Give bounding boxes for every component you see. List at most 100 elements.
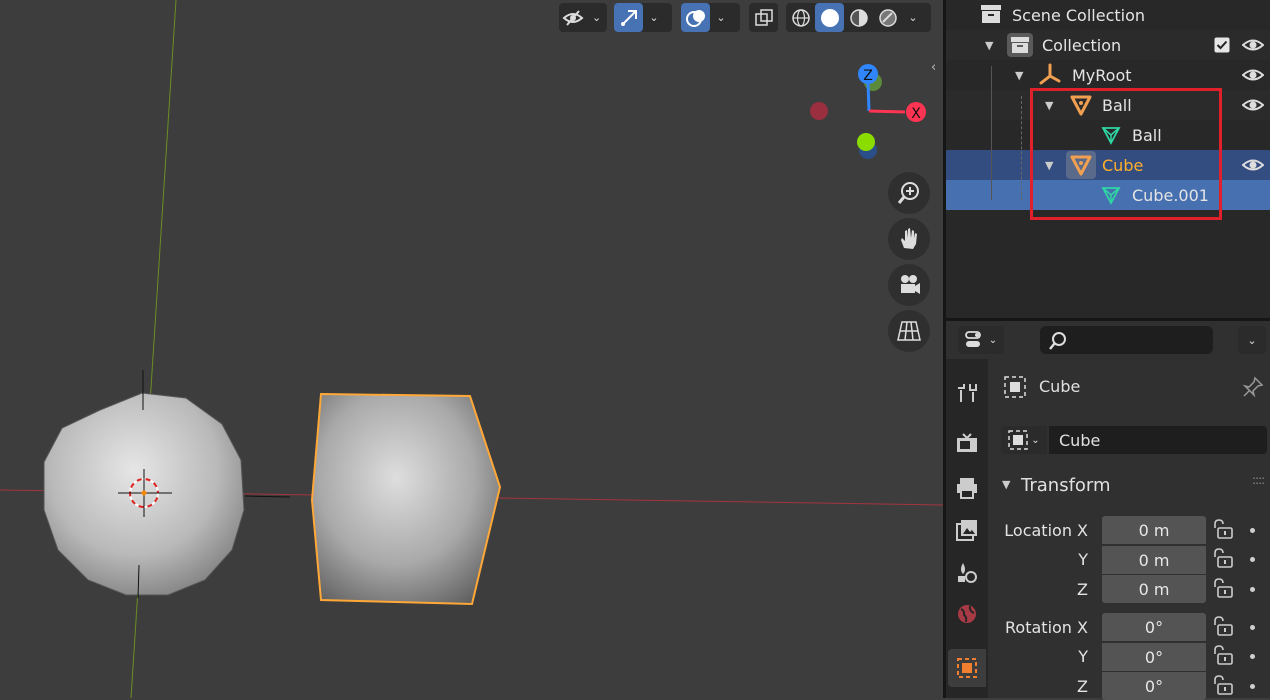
view-layer-icon: [956, 520, 977, 541]
rotation-y-field[interactable]: 0°: [1102, 643, 1206, 671]
eye-icon[interactable]: [1242, 36, 1264, 54]
tab-render[interactable]: [948, 425, 986, 463]
tab-view-layer[interactable]: [948, 511, 986, 549]
xray-icon: [749, 3, 778, 32]
outliner-label: Scene Collection: [1012, 6, 1146, 25]
collection-icon: [1007, 33, 1033, 57]
rendered-shading-icon[interactable]: [873, 3, 902, 32]
outliner-label: MyRoot: [1072, 66, 1132, 85]
hand-pan-icon: [901, 228, 917, 249]
gizmo-icon[interactable]: [614, 3, 643, 32]
search-icon: [1049, 332, 1066, 350]
world-icon: [958, 605, 976, 623]
tab-output[interactable]: [948, 469, 986, 507]
object-icon: [1008, 430, 1029, 450]
tab-object[interactable]: [948, 649, 986, 687]
keyframe-dot-icon[interactable]: [1250, 528, 1255, 533]
3d-viewport[interactable]: Z X ⌄ ⌄ ⌄ ⌄ ‹: [0, 0, 943, 698]
disclosure-triangle-icon: ▼: [1002, 478, 1011, 491]
wireframe-shading-icon[interactable]: [786, 3, 815, 32]
lock-icon[interactable]: [1212, 616, 1234, 636]
chevron-down-icon: ⌄: [1031, 434, 1040, 446]
outliner-row-scene-collection[interactable]: Scene Collection: [946, 0, 1270, 30]
gizmo-x-label: X: [911, 106, 921, 122]
chevron-down-icon: ⌄: [592, 11, 602, 24]
location-y-field[interactable]: 0 m: [1102, 546, 1206, 574]
exclude-checkbox-icon[interactable]: [1214, 37, 1230, 53]
rotation-z-field[interactable]: 0°: [1102, 672, 1206, 700]
disclosure-triangle-icon[interactable]: ▼: [985, 39, 993, 52]
lock-icon[interactable]: [1212, 519, 1234, 539]
object-type-dropdown[interactable]: ⌄: [1001, 426, 1047, 454]
eye-icon[interactable]: [1242, 66, 1264, 84]
output-icon: [957, 478, 977, 499]
keyframe-dot-icon[interactable]: [1250, 625, 1255, 630]
cube-mesh: [310, 392, 502, 606]
zoom-button[interactable]: [888, 172, 930, 214]
keyframe-dot-icon[interactable]: [1250, 654, 1255, 659]
chevron-down-icon: ⌄: [908, 11, 918, 24]
empty-axes-icon: [1039, 63, 1061, 85]
options-dropdown[interactable]: ⌄: [1238, 326, 1266, 354]
scene-collection-icon: [981, 5, 1001, 23]
lock-icon[interactable]: [1212, 675, 1234, 695]
zoom-icon: [897, 182, 919, 204]
disclosure-triangle-icon[interactable]: ▼: [1015, 69, 1023, 82]
overlay-dropdown[interactable]: ⌄: [681, 3, 740, 32]
chevron-down-icon: ⌄: [1247, 333, 1257, 347]
drag-handle-icon[interactable]: ::::: [1252, 473, 1265, 487]
transform-section-header[interactable]: ▼ Transform ::::: [988, 469, 1270, 503]
camera-view-button[interactable]: [888, 264, 930, 306]
object-name-field[interactable]: Cube: [1049, 426, 1267, 454]
lock-icon[interactable]: [1212, 578, 1234, 598]
tab-scene[interactable]: [948, 553, 986, 591]
editor-type-dropdown[interactable]: ⌄: [958, 326, 1004, 354]
grid-perspective-icon: [897, 321, 921, 341]
outliner-panel[interactable]: Scene Collection ▼ Collection ▼ MyRoot ▼…: [946, 0, 1270, 318]
properties-header: ⌄ ⌄: [946, 321, 1270, 359]
gizmo-z-label: Z: [863, 68, 873, 84]
scene-icon: [958, 563, 977, 583]
sidebar-toggle-arrow-icon[interactable]: ‹: [931, 60, 943, 80]
location-x-field[interactable]: 0 m: [1102, 516, 1206, 544]
overlay-icon[interactable]: [681, 3, 710, 32]
material-shading-icon[interactable]: [844, 3, 873, 32]
lock-icon[interactable]: [1212, 548, 1234, 568]
solid-shading-icon[interactable]: [815, 3, 844, 32]
chevron-down-icon: ⌄: [716, 11, 726, 24]
location-x-label: Location X: [1004, 521, 1088, 540]
perspective-toggle-button[interactable]: [888, 310, 930, 352]
properties-body: Cube ⌄ Cube ▼ Transform :::: Location X …: [988, 359, 1270, 700]
outliner-row-myroot[interactable]: ▼ MyRoot: [946, 60, 1270, 90]
keyframe-dot-icon[interactable]: [1250, 557, 1255, 562]
keyframe-dot-icon[interactable]: [1250, 684, 1255, 689]
object-icon: [957, 658, 977, 678]
properties-editor-icon: [964, 331, 981, 347]
pan-button[interactable]: [888, 218, 930, 260]
render-icon: [957, 433, 977, 452]
tab-tool[interactable]: [948, 373, 986, 411]
location-z-field[interactable]: 0 m: [1102, 575, 1206, 603]
viewport-scene: Z X: [0, 0, 943, 698]
gizmo-dropdown[interactable]: ⌄: [614, 3, 672, 32]
highlight-annotation-box: [1030, 88, 1222, 220]
outliner-label: Collection: [1042, 36, 1122, 55]
keyframe-dot-icon[interactable]: [1250, 587, 1255, 592]
outliner-row-collection[interactable]: ▼ Collection: [946, 30, 1270, 60]
xray-toggle[interactable]: [749, 3, 778, 32]
chevron-down-icon: ⌄: [649, 11, 659, 24]
shading-mode-group[interactable]: ⌄: [786, 3, 931, 32]
rotation-x-label: Rotation X: [1005, 618, 1088, 637]
location-y-label: Y: [1078, 550, 1088, 569]
lock-icon[interactable]: [1212, 645, 1234, 665]
eye-icon[interactable]: [1242, 96, 1264, 114]
pin-icon[interactable]: [1242, 376, 1264, 398]
visibility-dropdown[interactable]: ⌄: [559, 3, 607, 32]
object-title: Cube: [1039, 377, 1081, 396]
eye-icon[interactable]: [1242, 156, 1264, 174]
search-input[interactable]: [1040, 326, 1213, 354]
rotation-x-field[interactable]: 0°: [1102, 613, 1206, 641]
properties-tab-bar: [946, 359, 988, 698]
rotation-y-label: Y: [1078, 647, 1088, 666]
tab-world[interactable]: [948, 595, 986, 633]
